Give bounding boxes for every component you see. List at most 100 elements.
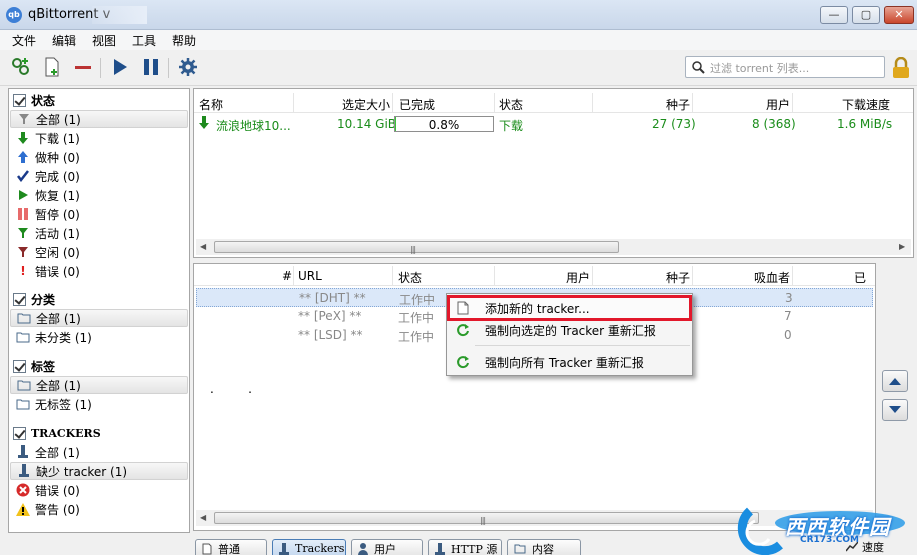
status-all[interactable]: 全部 (1) bbox=[10, 110, 188, 128]
tracker-leechers: 3 bbox=[785, 291, 793, 305]
title-bar: qb qBittorrent v — ▢ ✕ bbox=[0, 0, 917, 30]
tag-all[interactable]: 全部 (1) bbox=[10, 376, 188, 394]
menu-tools[interactable]: 工具 bbox=[132, 32, 156, 49]
tracker-all[interactable]: 全部 (1) bbox=[10, 443, 188, 461]
menu-file[interactable]: 文件 bbox=[12, 32, 36, 49]
play-icon bbox=[114, 59, 127, 75]
toolbar: 过滤 torrent 列表... bbox=[0, 50, 917, 86]
tag-untagged[interactable]: 无标签 (1) bbox=[10, 395, 188, 413]
column-name[interactable]: 名称 bbox=[199, 96, 223, 113]
horizontal-scrollbar[interactable]: ◀ ||| ▶ bbox=[196, 239, 911, 255]
checkbox-icon[interactable] bbox=[13, 93, 26, 107]
add-torrent-link-button[interactable] bbox=[9, 55, 33, 79]
folder-icon bbox=[17, 378, 31, 392]
status-seeding[interactable]: 做种 (0) bbox=[10, 148, 188, 166]
tab-speed[interactable]: 速度 bbox=[846, 539, 916, 555]
refresh-icon bbox=[455, 322, 471, 338]
tracker-trackerless[interactable]: 缺少 tracker (1) bbox=[10, 462, 188, 480]
status-completed[interactable]: 完成 (0) bbox=[10, 167, 188, 185]
tab-content[interactable]: 内容 bbox=[507, 539, 581, 555]
scrollbar-thumb[interactable]: ||| bbox=[214, 241, 619, 254]
status-downloading[interactable]: 下载 (1) bbox=[10, 129, 188, 147]
play-icon bbox=[16, 188, 30, 202]
options-button[interactable] bbox=[176, 55, 200, 79]
column-size[interactable]: 选定大小 bbox=[342, 96, 390, 113]
column-download-speed[interactable]: 下载速度 bbox=[842, 96, 890, 113]
search-input[interactable]: 过滤 torrent 列表... bbox=[685, 56, 885, 78]
tracker-icon bbox=[435, 542, 445, 555]
minimize-button[interactable]: — bbox=[820, 6, 848, 24]
maximize-button[interactable]: ▢ bbox=[852, 6, 880, 24]
status-header[interactable]: 状态 bbox=[13, 92, 55, 108]
funnel-red-icon bbox=[16, 245, 30, 259]
tracker-warning[interactable]: 警告 (0) bbox=[10, 500, 188, 518]
title-blur bbox=[92, 6, 147, 24]
progress-text: 0.8% bbox=[428, 118, 460, 132]
scroll-right-icon[interactable]: ▶ bbox=[899, 242, 905, 251]
checkbox-icon[interactable] bbox=[13, 359, 26, 373]
app-icon: qb bbox=[6, 7, 22, 23]
category-all[interactable]: 全部 (1) bbox=[10, 309, 188, 327]
torrent-name: 流浪地球10... bbox=[216, 119, 291, 133]
scrollbar-thumb[interactable]: ||| bbox=[214, 512, 759, 525]
tab-peers[interactable]: 用户 bbox=[351, 539, 423, 555]
chart-icon bbox=[846, 542, 858, 552]
column-tracker-seeds[interactable]: 种子 bbox=[666, 269, 690, 286]
tags-header[interactable]: 标签 bbox=[13, 358, 55, 374]
checkbox-icon[interactable] bbox=[13, 292, 26, 306]
pause-button[interactable] bbox=[139, 55, 163, 79]
category-header[interactable]: 分类 bbox=[13, 291, 55, 307]
checkmark-icon bbox=[16, 169, 30, 183]
stray-dots: . . bbox=[210, 382, 252, 396]
column-divider bbox=[692, 266, 693, 286]
tracker-error[interactable]: 错误 (0) bbox=[10, 481, 188, 499]
column-url[interactable]: URL bbox=[298, 269, 322, 283]
column-tracker-peers[interactable]: 用户 bbox=[566, 269, 590, 286]
lock-icon[interactable] bbox=[891, 56, 911, 79]
tab-http-sources[interactable]: HTTP 源 bbox=[428, 539, 502, 555]
menu-help[interactable]: 帮助 bbox=[172, 32, 196, 49]
status-errored[interactable]: ! 错误 (0) bbox=[10, 262, 188, 280]
remove-icon bbox=[75, 66, 91, 69]
checkbox-icon[interactable] bbox=[13, 426, 26, 440]
menu-view[interactable]: 视图 bbox=[92, 32, 116, 49]
tracker-url: ** [LSD] ** bbox=[298, 328, 363, 342]
resume-button[interactable] bbox=[108, 55, 132, 79]
add-torrent-file-button[interactable] bbox=[40, 55, 64, 79]
column-seeds[interactable]: 种子 bbox=[666, 96, 690, 113]
trackers-header[interactable]: TRACKERS bbox=[13, 425, 101, 441]
column-index[interactable]: # bbox=[282, 269, 292, 283]
status-inactive[interactable]: 空闲 (0) bbox=[10, 243, 188, 261]
user-icon bbox=[358, 542, 368, 555]
add-tracker-menu-item[interactable]: 添加新的 tracker... bbox=[447, 295, 692, 321]
move-up-button[interactable] bbox=[882, 370, 908, 392]
add-file-icon bbox=[45, 57, 59, 77]
folder-icon bbox=[514, 544, 526, 554]
status-paused[interactable]: 暂停 (0) bbox=[10, 205, 188, 223]
category-uncategorized[interactable]: 未分类 (1) bbox=[10, 328, 188, 346]
column-status[interactable]: 状态 bbox=[499, 96, 523, 113]
tracker-status: 工作中 bbox=[399, 293, 436, 307]
menu-edit[interactable]: 编辑 bbox=[52, 32, 76, 49]
reannounce-all-menu-item[interactable]: 强制向所有 Tracker 重新汇报 bbox=[449, 351, 690, 373]
move-down-button[interactable] bbox=[882, 399, 908, 421]
close-button[interactable]: ✕ bbox=[884, 6, 914, 24]
column-divider bbox=[494, 266, 495, 286]
status-resumed[interactable]: 恢复 (1) bbox=[10, 186, 188, 204]
tab-general[interactable]: 普通 bbox=[195, 539, 267, 555]
tab-trackers[interactable]: Trackers bbox=[272, 539, 346, 555]
column-progress[interactable]: 已完成 bbox=[399, 96, 435, 113]
arrow-up-icon bbox=[889, 378, 901, 385]
scroll-left-icon[interactable]: ◀ bbox=[200, 513, 206, 522]
remove-button[interactable] bbox=[71, 55, 95, 79]
funnel-green-icon bbox=[16, 226, 30, 240]
column-peers[interactable]: 用户 bbox=[766, 96, 790, 113]
status-active[interactable]: 活动 (1) bbox=[10, 224, 188, 242]
scroll-left-icon[interactable]: ◀ bbox=[200, 242, 206, 251]
torrent-list: 名称 选定大小 已完成 状态 种子 用户 下载速度 流浪地球10... 10.1… bbox=[193, 88, 914, 258]
table-row[interactable]: 流浪地球10... 10.14 GiB 0.8% 下载 27 (73) 8 (3… bbox=[194, 115, 913, 133]
column-tracker-status[interactable]: 状态 bbox=[398, 269, 422, 286]
reannounce-selected-menu-item[interactable]: 强制向选定的 Tracker 重新汇报 bbox=[449, 319, 690, 341]
column-tracker-leechers[interactable]: 吸血者 bbox=[754, 269, 790, 286]
progress-bar: 0.8% bbox=[394, 116, 494, 132]
